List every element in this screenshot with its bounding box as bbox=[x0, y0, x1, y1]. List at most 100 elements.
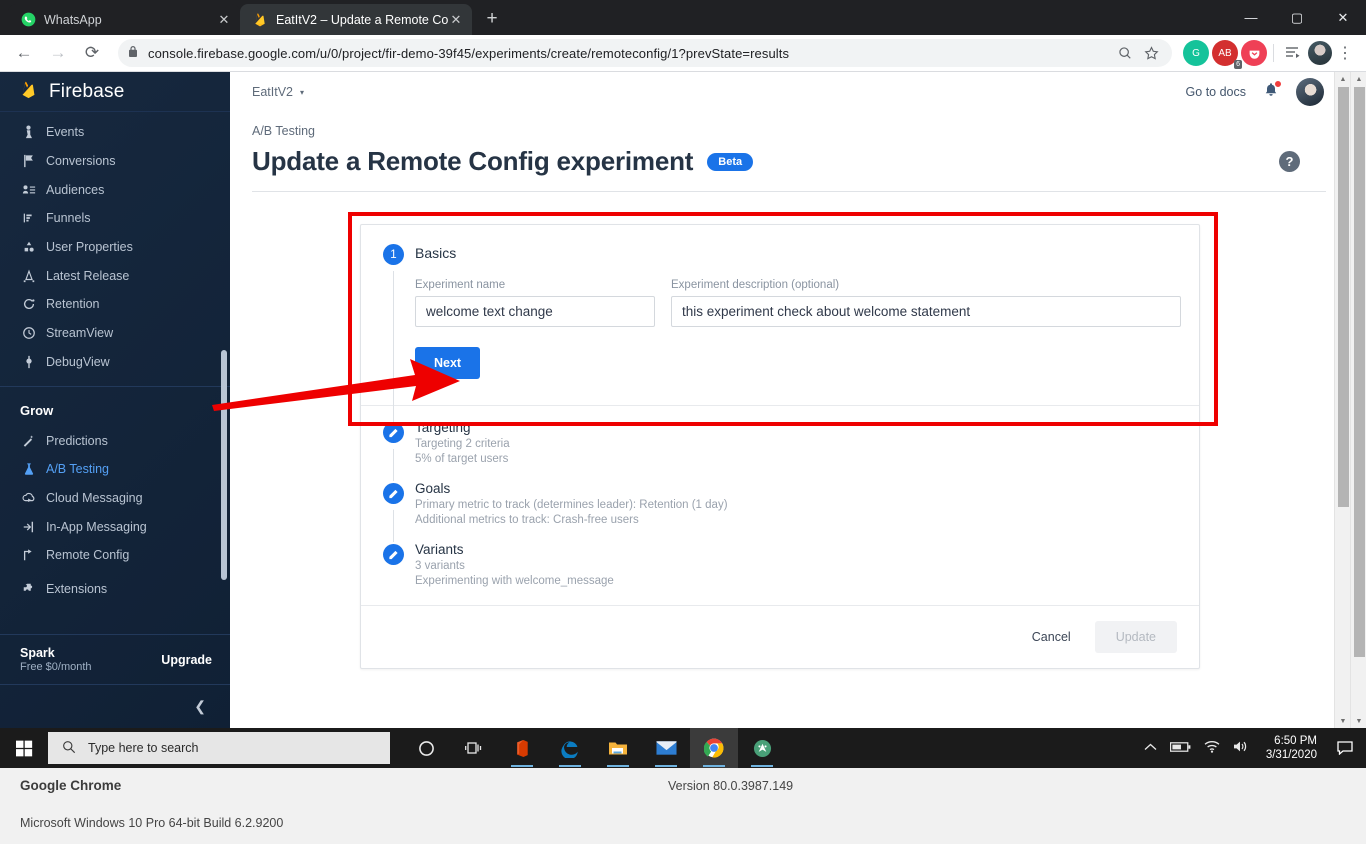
windows-start-icon[interactable] bbox=[0, 728, 48, 768]
bell-icon[interactable] bbox=[1263, 82, 1279, 103]
kebab-menu-icon[interactable]: ⋮ bbox=[1332, 43, 1358, 63]
task-view-icon[interactable] bbox=[450, 728, 498, 768]
wifi-icon[interactable] bbox=[1204, 740, 1220, 756]
battery-icon[interactable] bbox=[1170, 741, 1191, 756]
close-icon[interactable]: ✕ bbox=[448, 12, 464, 28]
office-icon[interactable] bbox=[498, 728, 546, 768]
cloud-icon bbox=[22, 491, 46, 505]
experiment-description-input[interactable]: this experiment check about welcome stat… bbox=[671, 296, 1181, 327]
pencil-icon[interactable] bbox=[383, 422, 404, 443]
extensions-icon bbox=[22, 582, 46, 596]
sidebar-item-audiences[interactable]: Audiences bbox=[0, 175, 230, 204]
mail-icon[interactable] bbox=[642, 728, 690, 768]
scroll-down-icon[interactable]: ▼ bbox=[1335, 714, 1351, 728]
firebase-brand[interactable]: Firebase bbox=[0, 72, 230, 112]
reload-icon[interactable]: ⟳ bbox=[76, 37, 108, 69]
page-scrollbar-outer[interactable]: ▲ ▼ bbox=[1350, 72, 1366, 728]
experiment-name-input[interactable]: welcome text change bbox=[415, 296, 655, 327]
go-to-docs-link[interactable]: Go to docs bbox=[1186, 85, 1246, 99]
sidebar-scrollbar-thumb[interactable] bbox=[221, 350, 227, 580]
edge-icon[interactable] bbox=[546, 728, 594, 768]
tab-strip: WhatsApp ✕ EatItV2 – Update a Remote Con… bbox=[0, 0, 1366, 35]
experiment-name-group: Experiment name welcome text change bbox=[415, 279, 655, 327]
sidebar-item-label: Events bbox=[46, 125, 84, 139]
sidebar-item-debugview[interactable]: DebugView bbox=[0, 348, 230, 377]
sidebar-item-label: Predictions bbox=[46, 434, 108, 448]
user-avatar[interactable] bbox=[1296, 78, 1324, 106]
debug-icon bbox=[22, 355, 46, 369]
project-selector[interactable]: EatItV2 ▾ bbox=[252, 85, 304, 99]
upgrade-button[interactable]: Upgrade bbox=[161, 653, 212, 667]
page-scrollbar-inner[interactable]: ▲ ▼ bbox=[1334, 72, 1350, 728]
grammarly-extension-icon[interactable]: G bbox=[1183, 40, 1209, 66]
sidebar-item-latest-release[interactable]: Latest Release bbox=[0, 261, 230, 290]
show-hidden-icons[interactable] bbox=[1144, 741, 1157, 755]
back-icon[interactable]: ← bbox=[8, 37, 40, 69]
cancel-button[interactable]: Cancel bbox=[1018, 621, 1085, 653]
sidebar-item-extensions[interactable]: Extensions bbox=[0, 575, 230, 604]
browser-tab-firebase[interactable]: EatItV2 – Update a Remote Confi ✕ bbox=[240, 4, 472, 35]
card-footer: Cancel Update bbox=[361, 605, 1199, 668]
step-variants[interactable]: Variants 3 variants Experimenting with w… bbox=[361, 528, 1199, 589]
update-button[interactable]: Update bbox=[1095, 621, 1177, 653]
search-icon[interactable] bbox=[1114, 42, 1136, 64]
step-goals[interactable]: Goals Primary metric to track (determine… bbox=[361, 467, 1199, 528]
profile-avatar[interactable] bbox=[1308, 41, 1332, 65]
taskbar-clock[interactable]: 6:50 PM 3/31/2020 bbox=[1262, 734, 1317, 762]
audience-icon bbox=[22, 183, 46, 197]
sidebar-item-conversions[interactable]: Conversions bbox=[0, 147, 230, 176]
step-detail: Experimenting with welcome_message bbox=[415, 574, 1199, 589]
sidebar-item-cloud-messaging[interactable]: Cloud Messaging bbox=[0, 484, 230, 513]
scroll-up-icon[interactable]: ▲ bbox=[1351, 72, 1366, 86]
file-explorer-icon[interactable] bbox=[594, 728, 642, 768]
scroll-up-icon[interactable]: ▲ bbox=[1335, 72, 1351, 86]
new-tab-button[interactable]: + bbox=[478, 5, 506, 33]
next-button[interactable]: Next bbox=[415, 347, 480, 379]
chevron-down-icon: ▾ bbox=[300, 88, 304, 97]
sidebar-item-predictions[interactable]: Predictions bbox=[0, 426, 230, 455]
collapse-sidebar-button[interactable]: ❮ bbox=[0, 684, 230, 728]
notification-icon[interactable] bbox=[1330, 741, 1360, 755]
breadcrumb[interactable]: A/B Testing bbox=[230, 112, 1348, 138]
main-content: EatItV2 ▾ Go to docs A/B Testing Upd bbox=[230, 72, 1348, 728]
pocket-extension-icon[interactable] bbox=[1241, 40, 1267, 66]
reading-list-icon[interactable] bbox=[1280, 46, 1306, 60]
sidebar-item-retention[interactable]: Retention bbox=[0, 290, 230, 319]
pencil-icon[interactable] bbox=[383, 483, 404, 504]
sidebar-item-label: User Properties bbox=[46, 240, 133, 254]
chrome-icon[interactable] bbox=[690, 728, 738, 768]
search-icon bbox=[62, 740, 76, 757]
sidebar-item-user-properties[interactable]: User Properties bbox=[0, 233, 230, 262]
minimize-icon[interactable]: — bbox=[1228, 0, 1274, 35]
project-name: EatItV2 bbox=[252, 85, 293, 99]
page-scrollbar-thumb-outer[interactable] bbox=[1354, 87, 1365, 657]
close-icon[interactable]: ✕ bbox=[216, 12, 232, 28]
search-input[interactable]: Type here to search bbox=[48, 732, 390, 764]
close-window-icon[interactable]: ✕ bbox=[1320, 0, 1366, 35]
sidebar-item-streamview[interactable]: StreamView bbox=[0, 319, 230, 348]
cortana-icon[interactable] bbox=[402, 728, 450, 768]
pencil-icon[interactable] bbox=[383, 544, 404, 565]
scroll-down-icon[interactable]: ▼ bbox=[1351, 714, 1366, 728]
sidebar-item-funnels[interactable]: Funnels bbox=[0, 204, 230, 233]
forward-icon[interactable]: → bbox=[42, 37, 74, 69]
plan-name: Spark bbox=[20, 646, 92, 661]
sidebar-item-remote-config[interactable]: Remote Config bbox=[0, 541, 230, 570]
browser-tab-whatsapp[interactable]: WhatsApp ✕ bbox=[8, 4, 240, 35]
sidebar-item-label: StreamView bbox=[46, 326, 113, 340]
content-topbar: EatItV2 ▾ Go to docs bbox=[230, 72, 1348, 112]
volume-icon[interactable] bbox=[1233, 740, 1249, 756]
step-targeting[interactable]: Targeting Targeting 2 criteria 5% of tar… bbox=[361, 406, 1199, 467]
sidebar-item-events[interactable]: Events bbox=[0, 118, 230, 147]
sidebar-item-ab-testing[interactable]: A/B Testing bbox=[0, 455, 230, 484]
extension-label: G bbox=[1192, 48, 1200, 59]
question-mark-icon[interactable]: ? bbox=[1279, 151, 1300, 172]
star-icon[interactable] bbox=[1140, 42, 1162, 64]
adblock-extension-icon[interactable]: AB 6 bbox=[1212, 40, 1238, 66]
page-scrollbar-thumb-inner[interactable] bbox=[1338, 87, 1349, 507]
sidebar-item-in-app-messaging[interactable]: In-App Messaging bbox=[0, 512, 230, 541]
address-bar[interactable]: console.firebase.google.com/u/0/project/… bbox=[118, 39, 1172, 67]
status-badge: Beta bbox=[707, 153, 753, 171]
maximize-icon[interactable]: ▢ bbox=[1274, 0, 1320, 35]
android-studio-icon[interactable] bbox=[738, 728, 786, 768]
